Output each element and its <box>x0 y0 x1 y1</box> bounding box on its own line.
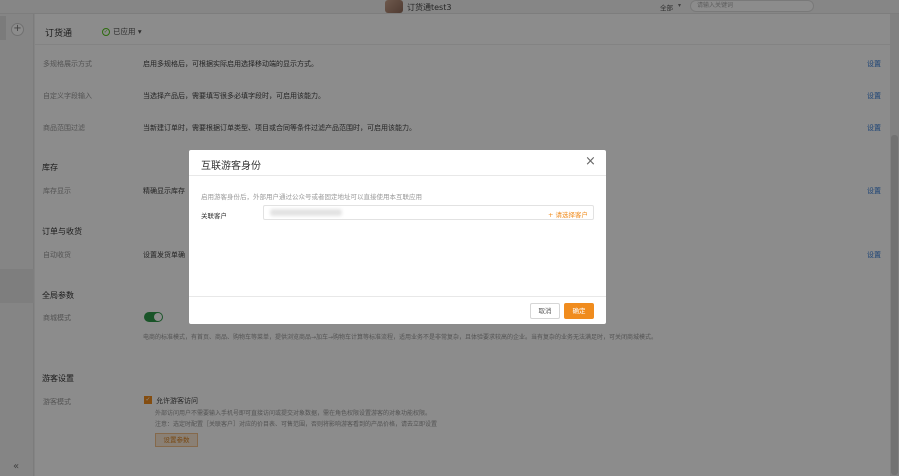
confirm-button[interactable]: 确定 <box>564 303 594 319</box>
choose-customer-link[interactable]: + 请选择客户 <box>548 209 588 219</box>
divider <box>189 296 606 297</box>
linked-customer-label: 关联客户 <box>201 212 227 220</box>
divider <box>189 175 606 176</box>
guest-identity-dialog: 互联游客身份 × 启用游客身份后，外部用户通过公众号或者固定地址可以直接使用本互… <box>189 150 606 324</box>
linked-customer-field[interactable]: + 请选择客户 <box>263 205 594 220</box>
close-icon[interactable]: × <box>585 155 596 168</box>
dialog-hint: 启用游客身份后，外部用户通过公众号或者固定地址可以直接使用本互联应用 <box>201 193 422 201</box>
cancel-button[interactable]: 取消 <box>530 303 560 319</box>
dialog-title: 互联游客身份 <box>201 161 261 172</box>
redacted-value <box>270 209 342 216</box>
